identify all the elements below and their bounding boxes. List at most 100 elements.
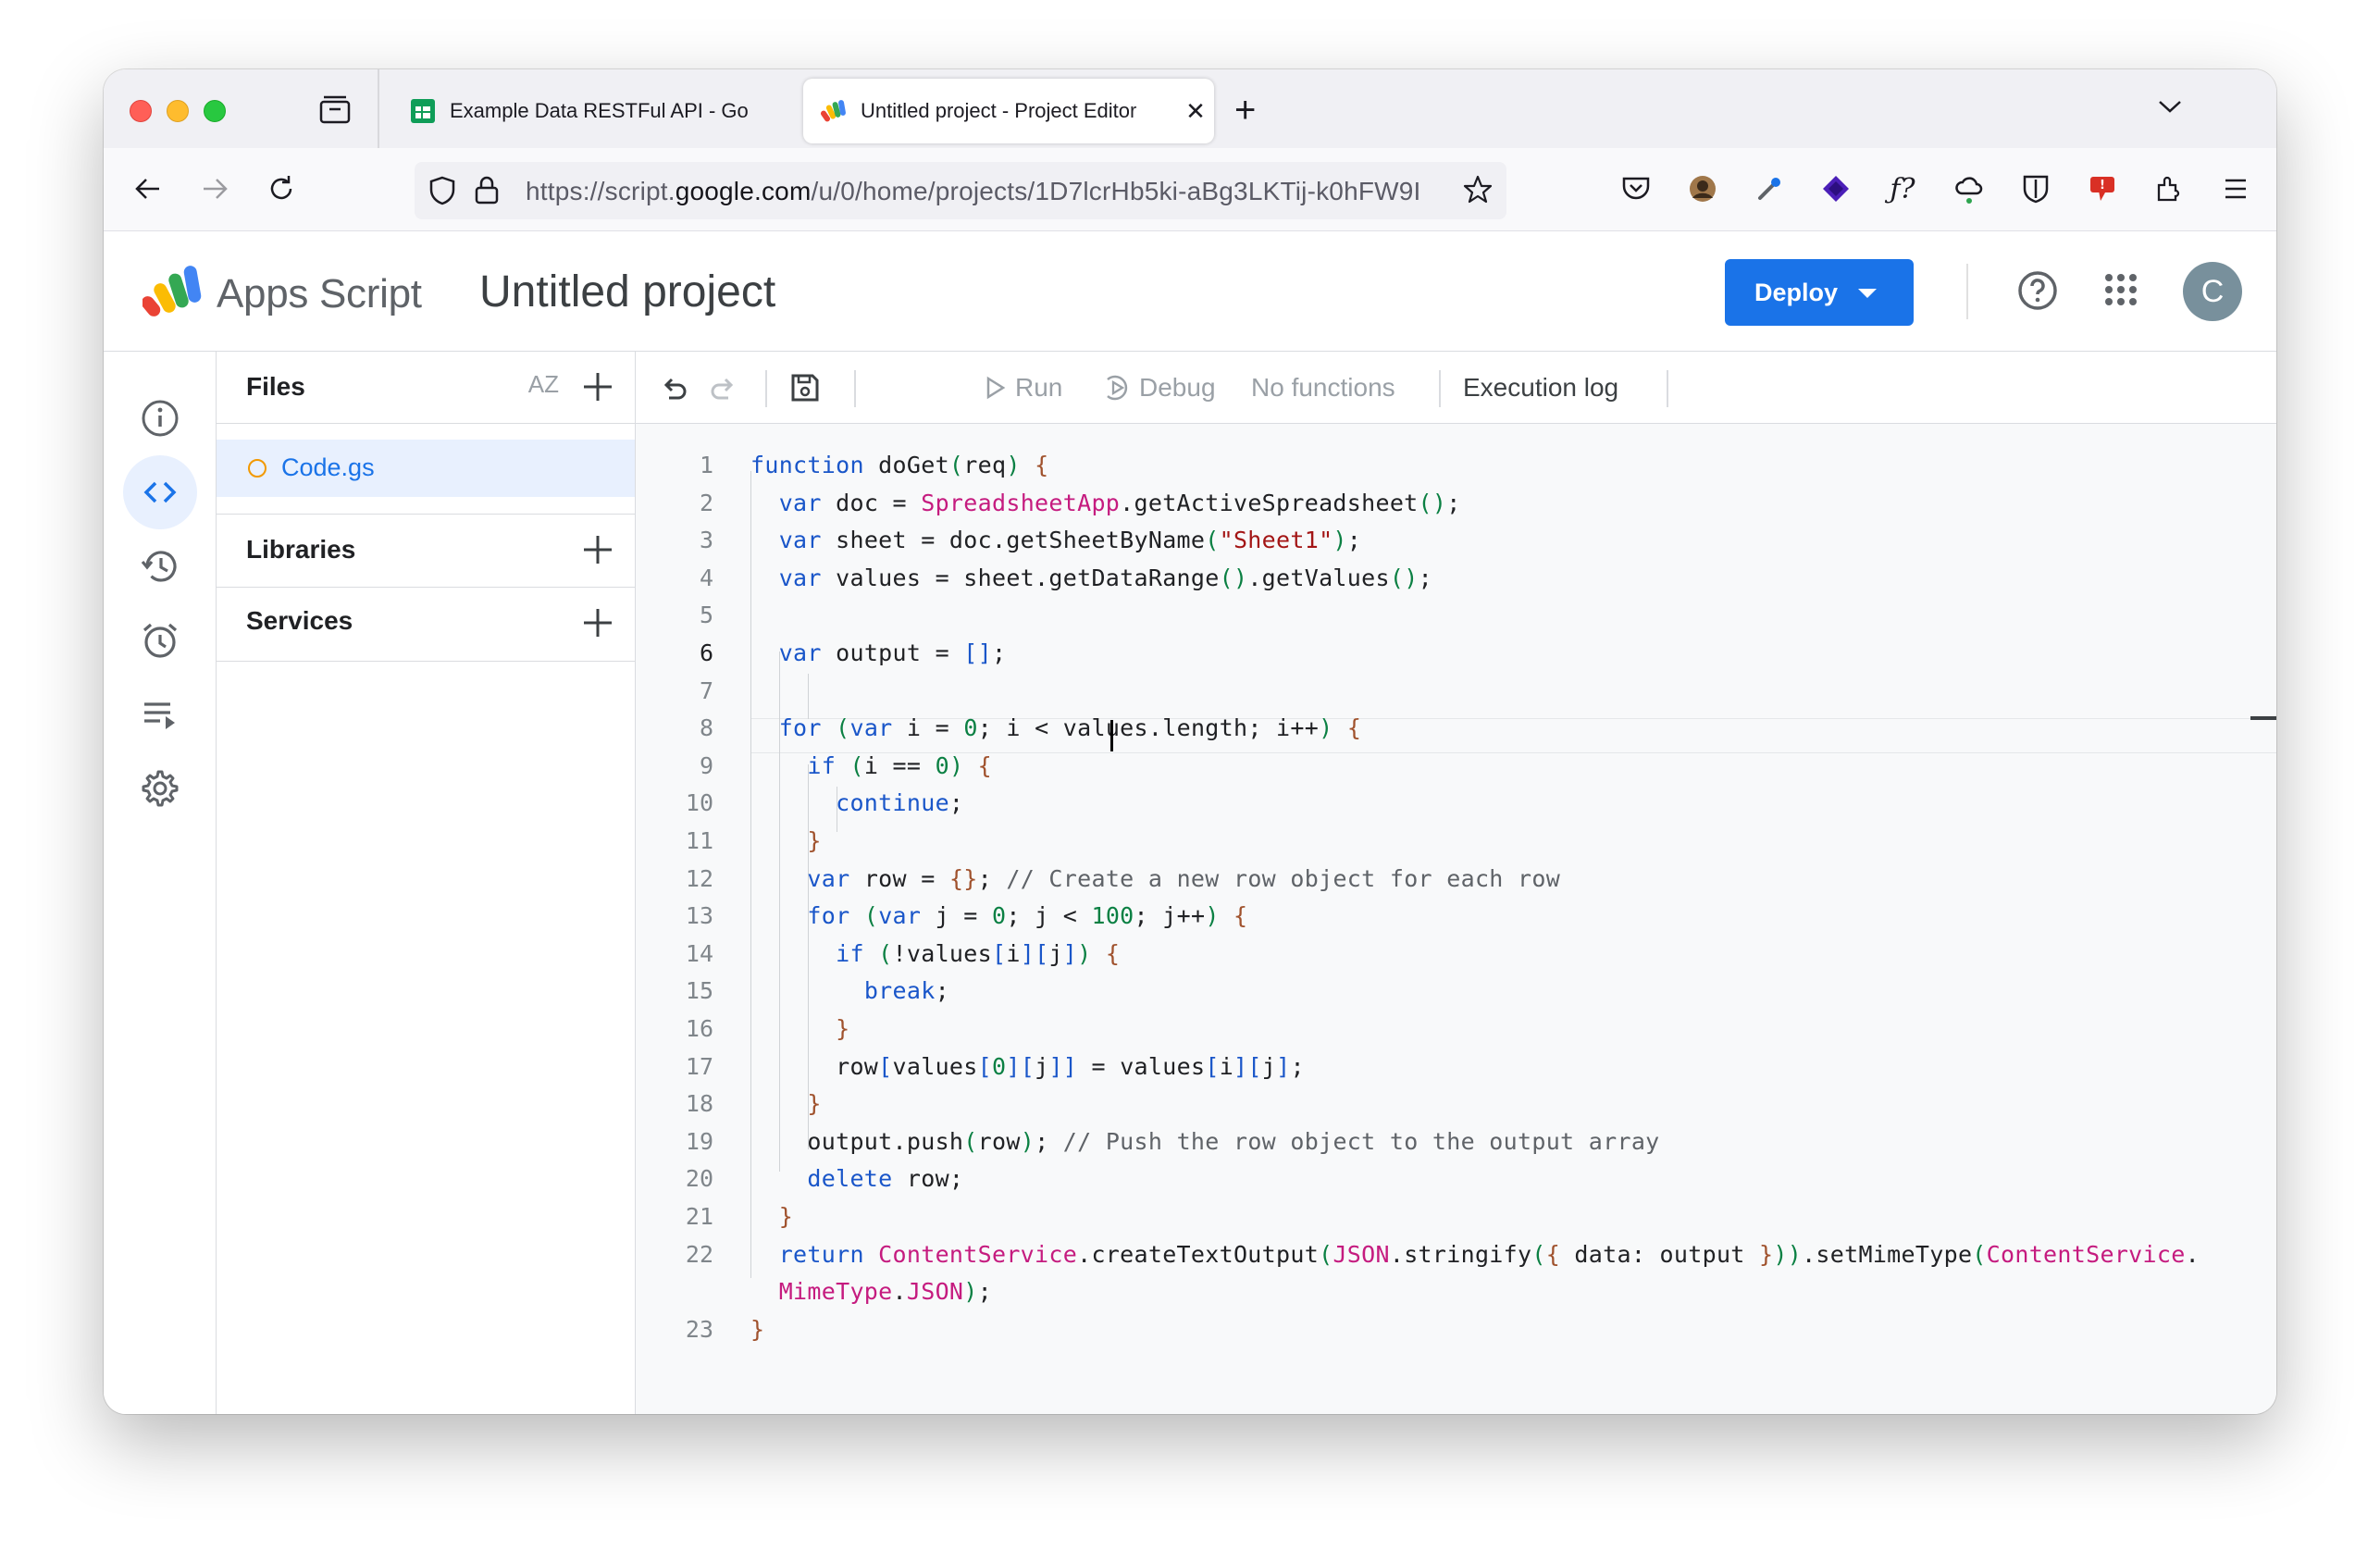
editor-toolbar: Run Debug No functions Execution log: [636, 352, 2276, 424]
line-number: 8: [699, 714, 713, 742]
code-line[interactable]: row[values[0][j]] = values[i][j];: [750, 1053, 1305, 1080]
avatar[interactable]: C: [2183, 262, 2242, 321]
extension-avatar-icon[interactable]: [1682, 168, 1723, 209]
layers-extension-icon[interactable]: [1816, 168, 1856, 209]
help-icon[interactable]: [2015, 268, 2060, 317]
tab-separator: [378, 69, 379, 148]
history-icon[interactable]: [123, 529, 197, 603]
line-number: 13: [685, 902, 713, 930]
code-line[interactable]: }: [750, 1316, 764, 1343]
line-number: 5: [699, 602, 713, 629]
line-number: 1: [699, 452, 713, 478]
line-number: 11: [685, 827, 713, 854]
undo-icon[interactable]: [658, 352, 689, 424]
code-editor[interactable]: 1 2 3 4 5 6 7 8 9 10 11 12 13 14 15 16 17 18 19 20 21 22 23 fu…: [636, 424, 2276, 1414]
project-title[interactable]: Untitled project: [479, 267, 775, 317]
line-number: 17: [685, 1052, 713, 1080]
code-line[interactable]: var sheet = doc.getSheetByName("Sheet1")…: [750, 527, 1361, 553]
file-name: Code.gs: [281, 453, 375, 481]
add-library-plus-icon[interactable]: [581, 533, 614, 571]
code-line[interactable]: var row = {}; // Create a new row object…: [750, 865, 1560, 892]
redo-icon[interactable]: [708, 352, 739, 424]
line-number: 18: [685, 1090, 713, 1118]
lock-icon[interactable]: [474, 174, 500, 210]
code-line[interactable]: var values = sheet.getDataRange().getVal…: [750, 565, 1432, 591]
execution-log-button[interactable]: Execution log: [1463, 352, 1618, 424]
browser-window: Example Data RESTFul API - Go ✕ Untitled…: [104, 69, 2276, 1414]
apps-script-logo[interactable]: Apps Script: [141, 264, 422, 324]
minimize-window-button[interactable]: [167, 100, 189, 122]
url-bar[interactable]: https://script.google.com/u/0/home/proje…: [415, 162, 1506, 219]
bitwarden-icon[interactable]: [2015, 168, 2056, 209]
line-number: 14: [685, 939, 713, 967]
function-extension-icon[interactable]: ƒ?: [1882, 168, 1923, 209]
line-number: 2: [699, 489, 713, 516]
close-window-button[interactable]: [130, 100, 152, 122]
libraries-row: Libraries: [217, 514, 635, 588]
code-line[interactable]: MimeType.JSON);: [750, 1278, 992, 1305]
tab-project-editor[interactable]: Untitled project - Project Editor ✕: [803, 79, 1214, 143]
line-number: 19: [685, 1127, 713, 1155]
hamburger-menu-icon[interactable]: [2215, 168, 2256, 209]
code-line[interactable]: }: [750, 1203, 793, 1230]
code-line[interactable]: if (i == 0) {: [750, 752, 992, 779]
line-number: 4: [699, 564, 713, 591]
tab-title: Example Data RESTFul API - Go: [450, 99, 749, 122]
line-number: 12: [685, 864, 713, 892]
triggers-alarm-icon[interactable]: [123, 603, 197, 677]
tab-collection-icon[interactable]: [318, 93, 355, 127]
settings-gear-icon[interactable]: [123, 751, 197, 825]
brand-name: Apps Script: [217, 270, 422, 316]
editor-code-icon[interactable]: [123, 455, 197, 529]
forward-arrow-icon[interactable]: [194, 168, 235, 209]
back-arrow-icon[interactable]: [128, 168, 168, 209]
code-line[interactable]: function doGet(req) {: [750, 452, 1048, 478]
code-line[interactable]: for (var i = 0; i < values.length; i++) …: [750, 714, 1361, 741]
bookmark-star-icon[interactable]: [1462, 174, 1494, 210]
code-line[interactable]: }: [750, 1015, 849, 1042]
add-service-plus-icon[interactable]: [581, 606, 614, 644]
eyedropper-icon[interactable]: [1749, 168, 1790, 209]
sort-az-icon[interactable]: AZ: [528, 370, 559, 399]
executions-list-icon[interactable]: [123, 677, 197, 751]
file-item-code-gs[interactable]: Code.gs: [217, 440, 635, 497]
close-tab-icon[interactable]: ✕: [1177, 97, 1214, 126]
code-line[interactable]: delete row;: [750, 1165, 963, 1192]
code-line[interactable]: break;: [750, 977, 949, 1004]
maximize-window-button[interactable]: [204, 100, 226, 122]
code-line[interactable]: return ContentService.createTextOutput(J…: [750, 1241, 2200, 1268]
code-line[interactable]: }: [750, 827, 822, 854]
google-apps-icon[interactable]: [2104, 273, 2138, 311]
navigation-bar: https://script.google.com/u/0/home/proje…: [104, 148, 2276, 231]
code-line[interactable]: if (!values[i][j]) {: [750, 940, 1120, 967]
toolbar-divider: [854, 370, 856, 407]
reload-icon[interactable]: [261, 168, 302, 209]
play-icon: [985, 376, 1006, 400]
add-file-plus-icon[interactable]: [581, 370, 614, 408]
extensions-puzzle-icon[interactable]: [2149, 168, 2189, 209]
cloud-sync-icon[interactable]: [1949, 168, 1990, 209]
debug-button[interactable]: Debug: [1102, 352, 1216, 424]
overview-info-icon[interactable]: [123, 381, 197, 455]
code-line[interactable]: var doc = SpreadsheetApp.getActiveSpread…: [750, 490, 1461, 516]
code-line[interactable]: }: [750, 1090, 822, 1117]
thumbs-down-icon[interactable]: !: [2082, 168, 2123, 209]
line-number: 22: [685, 1240, 713, 1268]
chevron-down-icon[interactable]: [2156, 97, 2184, 120]
new-tab-button[interactable]: +: [1234, 90, 1256, 131]
save-icon[interactable]: [789, 352, 821, 424]
code-line[interactable]: var output = [];: [750, 639, 1006, 666]
shield-icon[interactable]: [428, 175, 457, 211]
code-line[interactable]: continue;: [750, 789, 963, 816]
code-line[interactable]: output.push(row); // Push the row object…: [750, 1128, 1660, 1155]
run-button[interactable]: Run: [985, 352, 1078, 424]
function-selector[interactable]: No functions: [1251, 352, 1395, 424]
indent-guide: [808, 674, 809, 719]
app-header: Apps Script Untitled project Deploy C: [104, 231, 2276, 352]
pocket-icon[interactable]: [1616, 168, 1656, 209]
code-line[interactable]: for (var j = 0; j < 100; j++) {: [750, 902, 1247, 929]
deploy-button[interactable]: Deploy: [1725, 259, 1914, 326]
libraries-label: Libraries: [246, 535, 356, 564]
deploy-label: Deploy: [1754, 278, 1839, 306]
toolbar-divider: [1667, 370, 1668, 407]
